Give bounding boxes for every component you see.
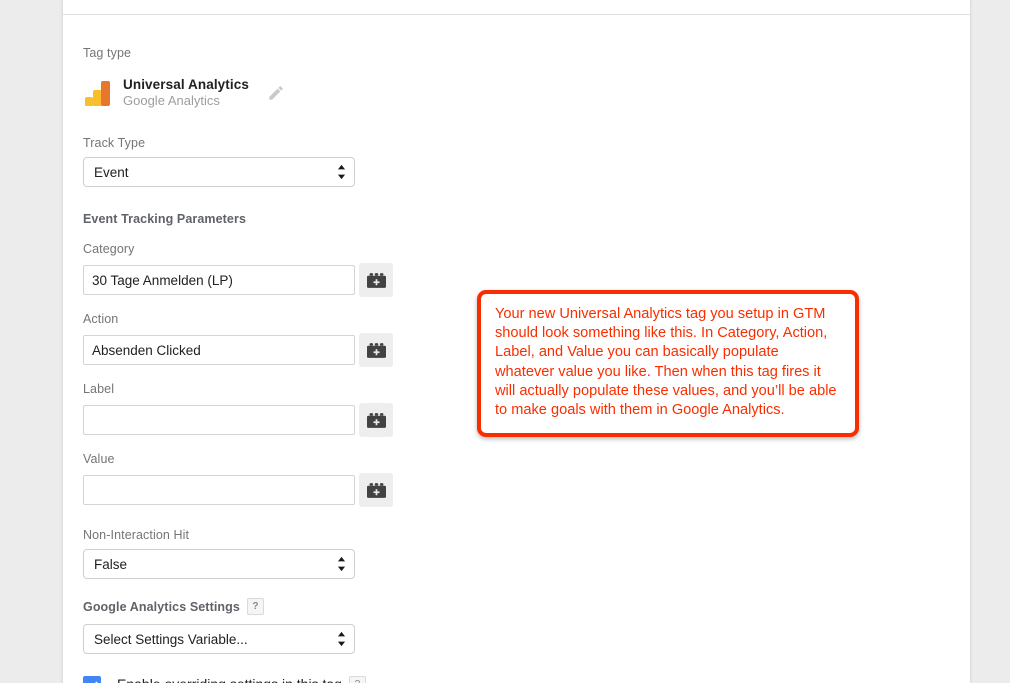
variable-brick-icon [366,482,386,498]
override-settings-help-icon[interactable]: ? [348,676,366,683]
label-variable-picker-button[interactable] [359,403,393,437]
chevron-up-down-icon [337,556,346,572]
variable-brick-icon [366,272,386,288]
field-category: Category [83,241,946,297]
override-settings-label: Enable overriding settings in this tag [117,676,342,683]
ga-settings-label: Google Analytics Settings [83,600,240,614]
category-input[interactable] [83,265,355,295]
chevron-up-down-icon [337,164,346,180]
variable-brick-icon [366,412,386,428]
tag-type-block: Tag type Universal Analytics Google Anal… [83,45,946,113]
track-type-block: Track Type Event [83,135,946,187]
field-value-row [83,473,946,507]
value-input[interactable] [83,475,355,505]
ga-settings-select[interactable]: Select Settings Variable... [83,624,355,655]
tag-type-texts: Universal Analytics Google Analytics [123,77,249,109]
track-type-value: Event [94,164,129,180]
value-variable-picker-button[interactable] [359,473,393,507]
ga-settings-value: Select Settings Variable... [94,631,248,647]
ga-settings-label-row: Google Analytics Settings? [83,598,946,616]
non-interaction-hit-select[interactable]: False [83,549,355,579]
card-header: Tag Configuration [63,0,970,15]
ga-settings-help-icon[interactable]: ? [246,598,264,616]
tag-type-name: Universal Analytics [123,76,249,92]
variable-brick-icon [366,342,386,358]
action-variable-picker-button[interactable] [359,333,393,367]
field-value-label: Value [83,452,115,466]
tag-type-row[interactable]: Universal Analytics Google Analytics [83,73,946,113]
pencil-icon[interactable] [267,84,285,102]
field-category-label: Category [83,242,135,256]
override-settings-checkbox[interactable] [83,676,101,683]
tag-type-label: Tag type [83,46,132,60]
override-settings-row: Enable overriding settings in this tag? [83,676,946,683]
non-interaction-hit-block: Non-Interaction Hit False [83,527,946,579]
track-type-label: Track Type [83,136,146,150]
non-interaction-hit-label: Non-Interaction Hit [83,528,190,542]
tag-type-vendor: Google Analytics [123,93,220,109]
non-interaction-hit-value: False [94,556,128,572]
track-type-select[interactable]: Event [83,157,355,187]
annotation-callout: Your new Universal Analytics tag you set… [477,290,859,438]
check-icon [94,681,97,683]
override-settings-block: Enable overriding settings in this tag? [83,676,946,683]
annotation-text: Your new Universal Analytics tag you set… [495,306,837,419]
google-analytics-logo-icon [85,80,111,106]
label-input[interactable] [83,405,355,435]
event-tracking-parameters-label: Event Tracking Parameters [83,212,246,226]
category-variable-picker-button[interactable] [359,263,393,297]
ga-settings-block: Google Analytics Settings? Select Settin… [83,598,946,655]
action-input[interactable] [83,335,355,365]
field-value-block: Value [83,451,946,507]
chevron-up-down-icon [337,632,346,647]
override-settings-label-row: Enable overriding settings in this tag? [117,676,366,683]
